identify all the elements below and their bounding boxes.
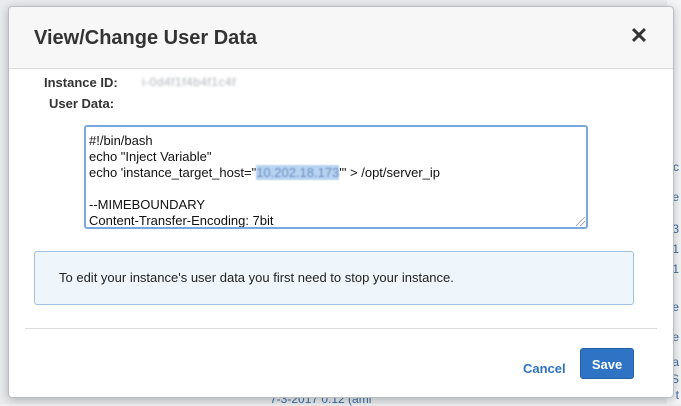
save-button[interactable]: Save (580, 348, 634, 379)
background-fragment: t (675, 388, 679, 402)
instance-id-label: Instance ID: (44, 75, 118, 90)
cancel-button[interactable]: Cancel (523, 361, 566, 376)
redacted-ip-address: 10.202.18.173 (256, 165, 340, 180)
dialog-header: View/Change User Data ✕ (9, 7, 673, 69)
instance-id-value: i-0d4f1f4b4f1c4f (142, 75, 237, 89)
user-data-line: --MIMEBOUNDARY (89, 197, 206, 212)
footer-divider (25, 328, 657, 329)
user-data-label: User Data: (49, 96, 115, 111)
user-data-dialog: View/Change User Data ✕ Instance ID: i-0… (8, 6, 674, 398)
close-icon[interactable]: ✕ (629, 25, 649, 47)
user-data-line: Content-Transfer-Encoding: 7bit (89, 213, 274, 227)
info-alert: To edit your instance's user data you fi… (34, 251, 634, 305)
resize-handle-icon[interactable] (576, 217, 585, 226)
info-message: To edit your instance's user data you fi… (59, 270, 454, 285)
user-data-line: "' > /opt/server_ip (339, 165, 441, 180)
user-data-line: echo 'instance_target_host=" (89, 165, 257, 180)
user-data-content[interactable]: #!/bin/bash echo "Inject Variable" echo … (86, 127, 586, 227)
user-data-line: echo "Inject Variable" (89, 149, 212, 164)
user-data-textarea[interactable]: #!/bin/bash echo "Inject Variable" echo … (84, 125, 588, 229)
dialog-title: View/Change User Data (34, 27, 258, 49)
user-data-line: #!/bin/bash (89, 133, 153, 148)
